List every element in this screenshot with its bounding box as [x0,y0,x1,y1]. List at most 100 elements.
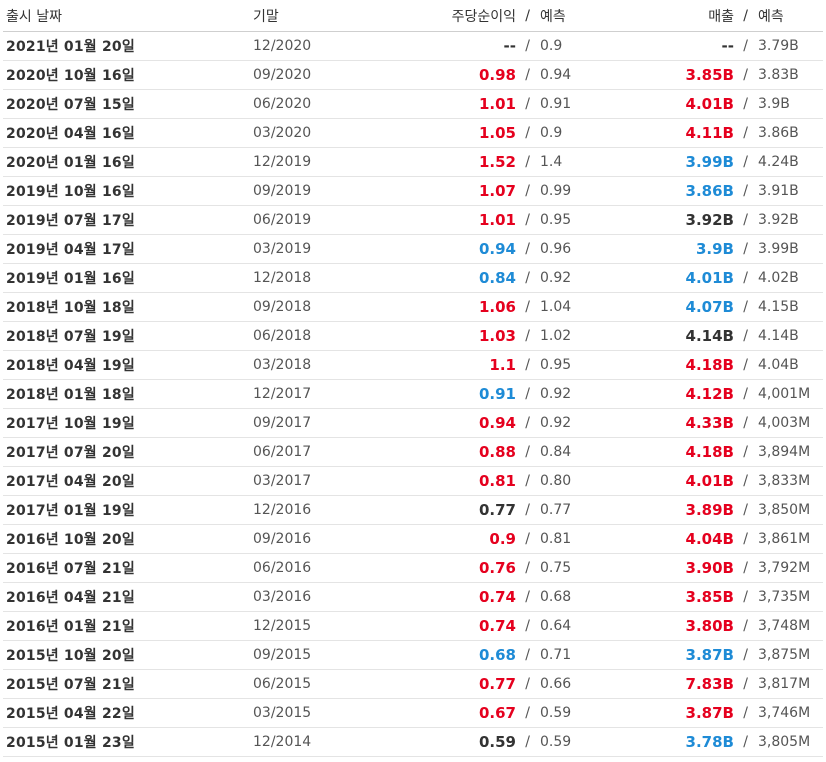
revenue-actual-cell: 3.87B [685,704,734,722]
period-end-cell: 06/2017 [253,444,312,460]
column-header-revenue-separator: / [743,7,748,24]
eps-separator: / [525,386,530,402]
table-row: 2018년 07월 19일 06/2018 1.03 / 1.02 4.14B / 4.14B [3,322,823,351]
revenue-separator: / [743,734,748,750]
release-date-cell: 2021년 01월 20일 [6,39,135,55]
eps-actual-cell: 1.01 [478,95,516,113]
release-date-cell: 2017년 04월 20일 [6,474,135,490]
revenue-separator: / [743,705,748,721]
table-row: 2019년 07월 17일 06/2019 1.01 / 0.95 3.92B / 3.92B [3,206,823,235]
eps-actual-cell: 0.68 [478,646,516,664]
table-row: 2017년 10월 19일 09/2017 0.94 / 0.92 4.33B / 4,003… [3,409,823,438]
release-date-cell: 2017년 10월 19일 [6,416,135,432]
eps-separator: / [525,125,530,141]
table-row: 2016년 04월 21일 03/2016 0.74 / 0.68 3.85B / 3,735… [3,583,823,612]
eps-forecast-cell: 0.95 [540,212,572,228]
table-row: 2015년 10월 20일 09/2015 0.68 / 0.71 3.87B / 3,875… [3,641,823,670]
period-end-cell: 06/2015 [253,676,312,692]
revenue-actual-cell: 4.01B [685,472,734,490]
revenue-separator: / [743,647,748,663]
column-header-release-date[interactable]: 출시 날짜 [3,6,253,26]
eps-forecast-cell: 0.9 [540,38,563,54]
period-end-cell: 09/2016 [253,531,312,547]
eps-separator: / [525,241,530,257]
release-date-cell: 2019년 07월 17일 [6,213,135,229]
eps-separator: / [525,154,530,170]
column-header-revenue[interactable]: 매출 [628,6,734,26]
eps-forecast-cell: 1.04 [540,299,572,315]
release-date-cell: 2015년 10월 20일 [6,648,135,664]
eps-forecast-cell: 0.64 [540,618,572,634]
column-header-eps[interactable]: 주당순이익 [403,6,516,26]
table-row: 2020년 07월 15일 06/2020 1.01 / 0.91 4.01B / 3.9B [3,90,823,119]
release-date-cell: 2018년 01월 18일 [6,387,135,403]
revenue-actual-cell: 3.86B [685,182,734,200]
revenue-actual-cell: 4.11B [685,124,734,142]
release-date-cell: 2018년 10월 18일 [6,300,135,316]
revenue-actual-cell: 4.12B [685,385,734,403]
eps-forecast-cell: 0.59 [540,734,572,750]
eps-separator: / [525,183,530,199]
release-date-cell: 2015년 07월 21일 [6,677,135,693]
revenue-forecast-cell: 3.92B [758,212,799,228]
eps-separator: / [525,212,530,228]
revenue-forecast-cell: 3,894M [758,444,811,460]
table-row: 2019년 01월 16일 12/2018 0.84 / 0.92 4.01B / 4.02B [3,264,823,293]
eps-actual-cell: 0.88 [478,443,516,461]
revenue-separator: / [743,357,748,373]
revenue-actual-cell: 4.07B [685,298,734,316]
eps-separator: / [525,531,530,547]
eps-actual-cell: 0.81 [478,472,516,490]
release-date-cell: 2018년 07월 19일 [6,329,135,345]
column-header-revenue-forecast[interactable]: 예측 [748,6,820,26]
release-date-cell: 2018년 04월 19일 [6,358,135,374]
revenue-separator: / [743,270,748,286]
eps-separator: / [525,560,530,576]
revenue-separator: / [743,531,748,547]
release-date-cell: 2016년 10월 20일 [6,532,135,548]
revenue-actual-cell: 3.90B [685,559,734,577]
eps-separator: / [525,357,530,373]
eps-actual-cell: 0.77 [478,501,516,519]
eps-separator: / [525,589,530,605]
revenue-actual-cell: 4.04B [685,530,734,548]
revenue-separator: / [743,415,748,431]
revenue-forecast-cell: 3.99B [758,241,799,257]
eps-separator: / [525,444,530,460]
revenue-forecast-cell: 3,735M [758,589,811,605]
revenue-actual-cell: 4.18B [685,443,734,461]
revenue-forecast-cell: 3,746M [758,705,811,721]
eps-actual-cell: 0.77 [478,675,516,693]
column-header-eps-forecast[interactable]: 예측 [530,6,628,26]
release-date-cell: 2015년 01월 23일 [6,735,135,751]
period-end-cell: 12/2016 [253,502,312,518]
revenue-forecast-cell: 4.15B [758,299,799,315]
period-end-cell: 09/2020 [253,67,312,83]
table-row: 2015년 01월 23일 12/2014 0.59 / 0.59 3.78B / 3,805… [3,728,823,757]
period-end-cell: 03/2019 [253,241,312,257]
eps-forecast-cell: 0.92 [540,270,572,286]
revenue-actual-cell: 3.89B [685,501,734,519]
revenue-actual-cell: 3.92B [685,211,734,229]
revenue-forecast-cell: 3.86B [758,125,799,141]
period-end-cell: 12/2019 [253,154,312,170]
table-row: 2015년 04월 22일 03/2015 0.67 / 0.59 3.87B / 3,746… [3,699,823,728]
period-end-cell: 09/2019 [253,183,312,199]
eps-actual-cell: 0.9 [489,530,516,548]
revenue-forecast-cell: 3,792M [758,560,811,576]
table-row: 2016년 01월 21일 12/2015 0.74 / 0.64 3.80B / 3,748… [3,612,823,641]
table-header: 출시 날짜 기말 주당순이익 / 예측 매출 / 예측 [3,0,823,32]
table-row: 2021년 01월 20일 12/2020 -- / 0.9 -- / 3.79B [3,32,823,61]
period-end-cell: 09/2015 [253,647,312,663]
revenue-actual-cell: 3.85B [685,588,734,606]
table-row: 2017년 07월 20일 06/2017 0.88 / 0.84 4.18B / 3,894… [3,438,823,467]
eps-separator: / [525,473,530,489]
table-row: 2019년 10월 16일 09/2019 1.07 / 0.99 3.86B / 3.91B [3,177,823,206]
revenue-forecast-cell: 4,001M [758,386,811,402]
eps-actual-cell: 1.52 [478,153,516,171]
revenue-separator: / [743,502,748,518]
eps-forecast-cell: 0.59 [540,705,572,721]
revenue-forecast-cell: 3,748M [758,618,811,634]
column-header-period-end[interactable]: 기말 [253,6,403,26]
table-row: 2020년 10월 16일 09/2020 0.98 / 0.94 3.85B / 3.83B [3,61,823,90]
